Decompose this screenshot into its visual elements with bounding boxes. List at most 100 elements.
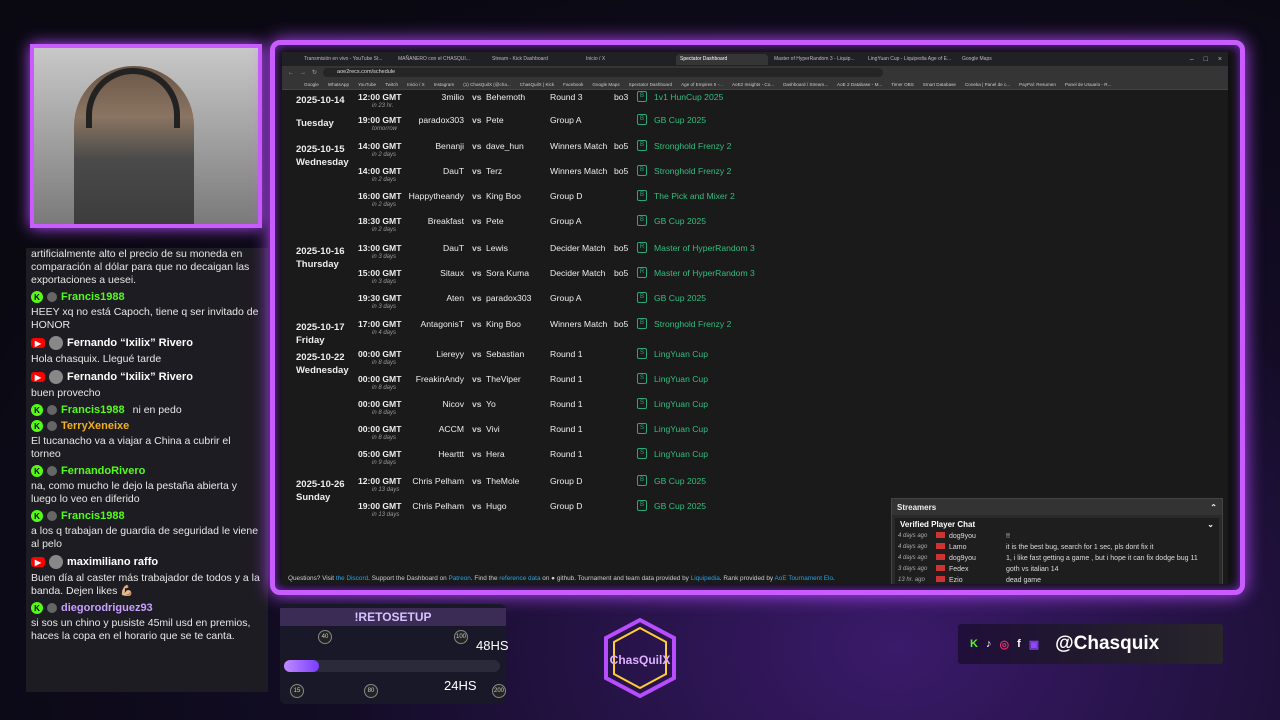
browser-tab[interactable]: Transmisión en vivo - YouTube St... [300,54,392,65]
player-one[interactable]: DauT [443,243,464,253]
player-two[interactable]: paradox303 [486,293,531,303]
schedule-row[interactable]: 19:00 GMT in 13 days Chris Pelham vs Hugo Gro… [292,500,762,526]
player-one[interactable]: Chris Pelham [412,476,464,486]
player-two[interactable]: Vivi [486,424,500,434]
chat-username[interactable]: Fernando “Ixilix” Rivero [67,371,193,383]
schedule-row[interactable]: 2025-10-22 Wednesday 00:00 GMT in 8 days Lie… [292,348,762,376]
schedule-row[interactable]: 2025-10-26 Sunday 12:00 GMT in 13 days Chris… [292,475,762,503]
player-one[interactable]: Nicov [443,399,465,409]
player-one[interactable]: ACCM [439,424,464,434]
player-two[interactable]: dave_hun [486,141,524,151]
player-two[interactable]: Hugo [486,501,507,511]
browser-tab[interactable]: Master of HyperRandom 3 - Liquip... [770,54,862,65]
tournament-link[interactable]: Stronghold Frenzy 2 [654,319,731,329]
tournament-link[interactable]: LingYuan Cup [654,399,708,409]
schedule-row[interactable]: 18:30 GMT in 2 days Breakfast vs Pete Group A… [292,215,762,241]
schedule-row[interactable]: Tuesday 19:00 GMT tomorrow paradox303 vs Pete… [292,114,762,140]
bookmark-item[interactable]: Dashboard / Stream... [783,82,828,87]
schedule-row[interactable]: 2025-10-16 Thursday 13:00 GMT in 3 days DauT… [292,242,762,270]
player-one[interactable]: DauT [443,166,464,176]
tournament-link[interactable]: Master of HyperRandom 3 [654,243,755,253]
bookmark-item[interactable]: Instagram [434,82,454,87]
schedule-row[interactable]: 2025-10-14 12:00 GMT in 23 hr. 3milio vs Behe… [292,91,762,117]
tournament-link[interactable]: LingYuan Cup [654,424,708,434]
player-one[interactable]: Sitaux [440,268,464,278]
url-field[interactable]: aoe2recs.com/schedule [323,68,884,77]
bookmark-item[interactable]: Inicio / X [407,82,425,87]
tournament-link[interactable]: Master of HyperRandom 3 [654,268,755,278]
bookmark-item[interactable]: Smart Database [923,82,956,87]
player-one[interactable]: Benanji [435,141,464,151]
tournament-link[interactable]: GB Cup 2025 [654,476,706,486]
liquipedia-link[interactable]: Liquipedia [691,575,720,582]
bookmark-item[interactable]: PayPal: Resumen [1019,82,1056,87]
browser-tab[interactable]: Stream - Kick Dashboard [488,54,580,65]
player-two[interactable]: King Boo [486,191,521,201]
tournament-link[interactable]: LingYuan Cup [654,349,708,359]
chat-username[interactable]: maximiliano raffo [67,556,158,568]
schedule-row[interactable]: 00:00 GMT in 8 days Nicov vs Yo Round 1 S LingY… [292,398,762,424]
tournament-link[interactable]: Stronghold Frenzy 2 [654,141,731,151]
bookmark-item[interactable]: Facebook [563,82,583,87]
chat-username[interactable]: TerryXeneixe [61,420,129,432]
tournament-link[interactable]: GB Cup 2025 [654,115,706,125]
bookmark-item[interactable]: (1) ChasQuilX (@cha... [463,82,511,87]
chat-username[interactable]: diegorodriguez93 [61,602,153,614]
tournament-link[interactable]: GB Cup 2025 [654,216,706,226]
schedule-row[interactable]: 00:00 GMT in 8 days ACCM vs Vivi Round 1 S Ling… [292,423,762,449]
maximize-icon[interactable]: □ [1204,56,1208,63]
tournament-link[interactable]: Stronghold Frenzy 2 [654,166,731,176]
bookmark-item[interactable]: YouTube [358,82,376,87]
browser-tab[interactable]: LingYuan Cup - Liquipedia Age of E... [864,54,956,65]
schedule-row[interactable]: 19:30 GMT in 3 days Aten vs paradox303 Group … [292,292,762,318]
browser-tab[interactable]: MAÑANERO con el CHASQUI... [394,54,486,65]
player-one[interactable]: Hearttt [438,449,464,459]
player-two[interactable]: King Boo [486,319,521,329]
chat-username[interactable]: Francis1988 [61,404,125,416]
player-two[interactable]: Lewis [486,243,508,253]
schedule-row[interactable]: 05:00 GMT in 9 days Hearttt vs Hera Round 1 SL… [292,448,762,474]
player-two[interactable]: Behemoth [486,92,525,102]
player-one[interactable]: AntagonisT [421,319,464,329]
chat-username[interactable]: FernandoRivero [61,465,145,477]
browser-tab[interactable]: Google Maps [958,54,1050,65]
player-two[interactable]: Yo [486,399,496,409]
player-two[interactable]: TheViper [486,374,521,384]
bookmark-item[interactable]: Google [304,82,319,87]
patreon-link[interactable]: Patreon [448,575,470,582]
streamers-header[interactable]: Streamers ⌃ [892,499,1222,515]
player-two[interactable]: Sebastian [486,349,524,359]
bookmark-item[interactable]: Timer OBS [891,82,914,87]
player-name[interactable]: Fedex [934,565,1006,574]
bookmark-item[interactable]: Twitch [385,82,398,87]
player-name[interactable]: Lamo [934,543,1006,552]
player-two[interactable]: Hera [486,449,505,459]
tournament-link[interactable]: GB Cup 2025 [654,293,706,303]
player-one[interactable]: Liereyy [436,349,464,359]
chat-username[interactable]: Francis1988 [61,510,125,522]
browser-tab[interactable]: Spectator Dashboard [676,53,768,65]
discord-link[interactable]: the Discord [336,575,368,582]
bookmark-item[interactable]: WhatsApp [328,82,349,87]
schedule-row[interactable]: 2025-10-17 Friday 17:00 GMT in 4 days Antago… [292,318,762,346]
player-one[interactable]: Chris Pelham [412,501,464,511]
bookmark-item[interactable]: AoE 2 Database - M... [837,82,882,87]
schedule-row[interactable]: 2025-10-15 Wednesday 14:00 GMT in 2 days Ben… [292,140,762,168]
reload-icon[interactable]: ↻ [312,69,317,76]
bookmark-item[interactable]: ChasQuilX | Kick [520,82,554,87]
player-two[interactable]: Pete [486,216,504,226]
player-one[interactable]: FreakinAndy [416,374,464,384]
chat-username[interactable]: Fernando “Ixilix” Rivero [67,337,193,349]
bookmark-item[interactable]: AoE2 Insights - Co... [732,82,774,87]
reference-data-link[interactable]: reference data [499,575,540,582]
player-name[interactable]: dog9you [934,532,1006,541]
bookmark-item[interactable]: Spectator Dashboard [629,82,672,87]
minimize-icon[interactable]: – [1190,56,1194,63]
chevron-up-icon[interactable]: ⌃ [1210,503,1217,512]
tournament-link[interactable]: GB Cup 2025 [654,501,706,511]
browser-tab[interactable]: Inicio / X [582,54,674,65]
bookmark-item[interactable]: Google Maps [592,82,619,87]
tournament-link[interactable]: LingYuan Cup [654,374,708,384]
player-name[interactable]: Ezio [934,576,1006,584]
tournament-link[interactable]: 1v1 HunCup 2025 [654,92,723,102]
